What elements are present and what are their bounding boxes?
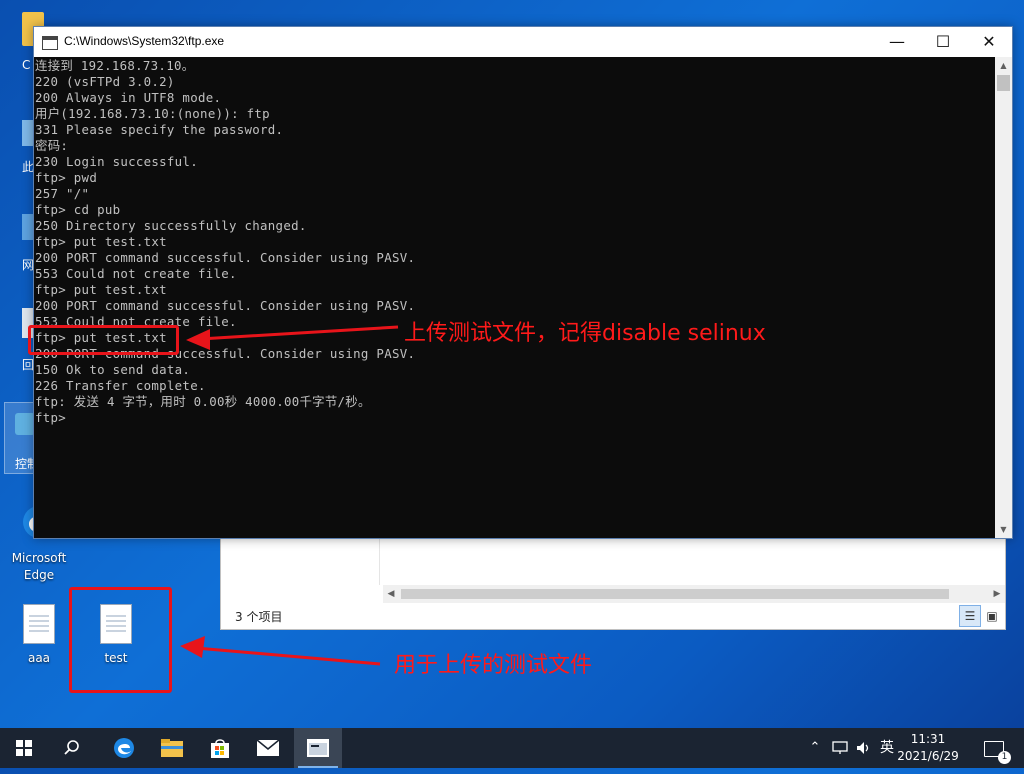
taskbar: ⌃ 英 11:31 2021/6/29 1 bbox=[0, 728, 1024, 768]
clock-time: 11:31 bbox=[910, 732, 946, 746]
clock[interactable]: 11:31 2021/6/29 bbox=[888, 731, 968, 765]
search-icon bbox=[64, 740, 79, 755]
notification-icon: 1 bbox=[984, 741, 1011, 764]
mail-icon bbox=[256, 739, 280, 756]
action-center-button[interactable]: 1 bbox=[980, 728, 1011, 768]
network-tray-button[interactable] bbox=[828, 728, 852, 768]
volume-tray-button[interactable] bbox=[852, 728, 876, 768]
taskbar-mail-button[interactable] bbox=[244, 728, 292, 768]
store-icon bbox=[211, 739, 229, 758]
taskbar-store-button[interactable] bbox=[196, 728, 244, 768]
start-button[interactable] bbox=[0, 728, 48, 768]
network-icon bbox=[832, 741, 848, 754]
search-button[interactable] bbox=[48, 728, 96, 768]
console-icon bbox=[307, 739, 329, 757]
clock-date: 2021/6/29 bbox=[897, 749, 959, 763]
file-explorer-icon bbox=[161, 739, 183, 757]
annotation-upload-note: 上传测试文件，记得disable selinux bbox=[404, 321, 766, 346]
taskbar-console-button[interactable] bbox=[294, 728, 342, 768]
taskbar-edge-button[interactable] bbox=[100, 728, 148, 768]
chevron-up-icon: ⌃ bbox=[809, 740, 821, 755]
volume-icon bbox=[857, 742, 869, 754]
show-hidden-icons-button[interactable]: ⌃ bbox=[804, 728, 826, 768]
start-icon bbox=[16, 740, 32, 756]
notification-count: 1 bbox=[998, 751, 1011, 764]
edge-icon bbox=[114, 738, 134, 758]
taskbar-file-explorer-button[interactable] bbox=[148, 728, 196, 768]
annotation-file-note: 用于上传的测试文件 bbox=[394, 653, 593, 678]
